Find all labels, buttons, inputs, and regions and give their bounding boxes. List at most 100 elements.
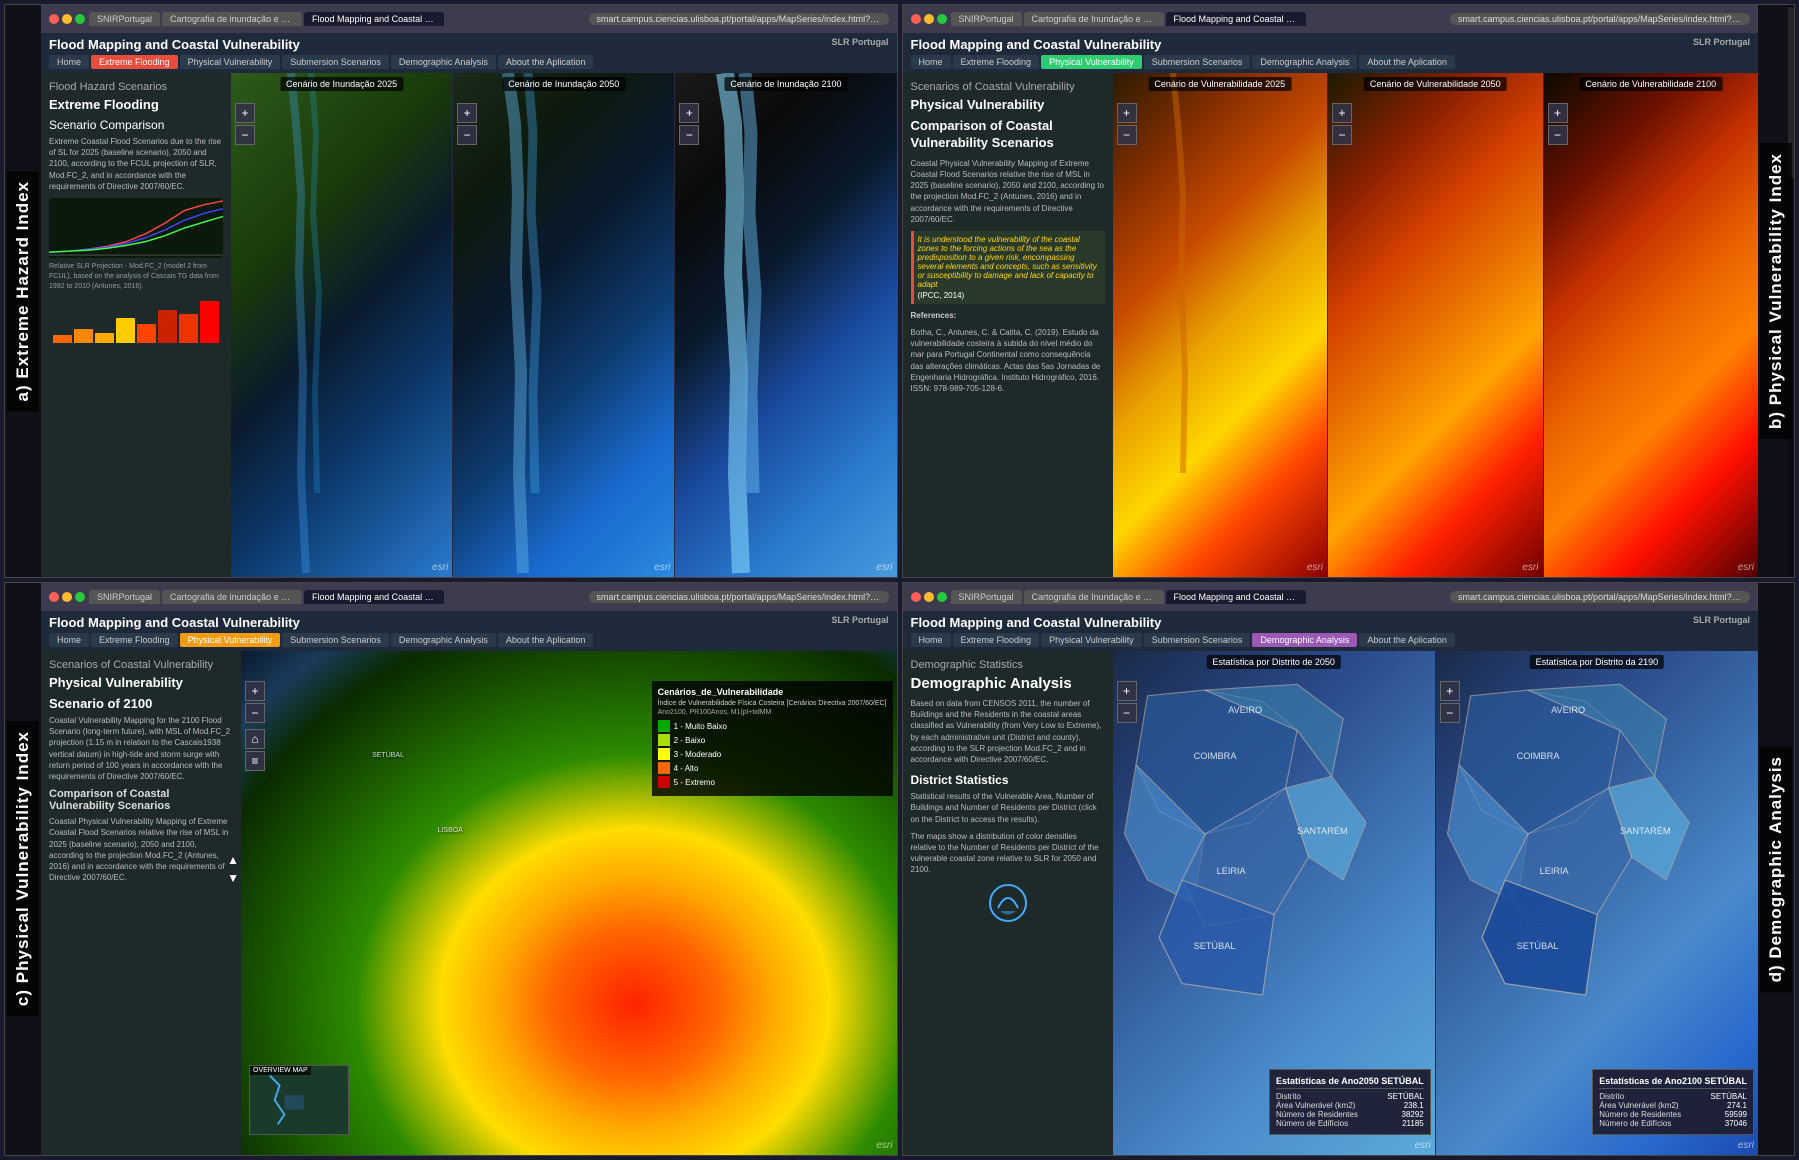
chart-area-a <box>49 198 223 258</box>
address-bar-d[interactable]: smart.campus.ciencias.ulisboa.pt/portal/… <box>1450 591 1750 603</box>
bar-6 <box>158 310 177 344</box>
close-btn-c[interactable] <box>49 592 59 602</box>
tab-sniportugal-a[interactable]: SNIRPortugal <box>89 12 160 26</box>
close-btn-a[interactable] <box>49 14 59 24</box>
address-bar-a[interactable]: smart.campus.ciencias.ulisboa.pt/portal/… <box>589 13 889 25</box>
popup-field-3-2050: Número de Edifícios 21185 <box>1276 1119 1424 1128</box>
vuln-map-2025: Cenário de Vulnerabilidade 2025 + − esri <box>1113 73 1328 577</box>
legend-color-4 <box>658 762 670 774</box>
app-title-c: Flood Mapping and Coastal Vulnerability … <box>49 615 889 630</box>
nav-demographic-b[interactable]: Demographic Analysis <box>1252 55 1357 69</box>
minimize-btn-b[interactable] <box>924 14 934 24</box>
esri-logo-vuln-2050: esri <box>1522 562 1538 573</box>
panel-c: c) Physical Vulnerability Index SNIRPort… <box>4 582 898 1156</box>
zoom-in-vuln-2050[interactable]: + <box>1332 103 1352 123</box>
flood-map-2050: Cenário de Inundação 2050 + − esri <box>453 73 674 577</box>
close-btn-d[interactable] <box>911 592 921 602</box>
layers-btn-c[interactable]: ≡ <box>245 751 265 771</box>
zoom-in-2025[interactable]: + <box>235 103 255 123</box>
zoom-out-vuln-2050[interactable]: − <box>1332 125 1352 145</box>
sidebar-title-d: Demographic Statistics <box>911 659 1105 671</box>
zoom-out-vuln-2025[interactable]: − <box>1117 125 1137 145</box>
nav-home-a[interactable]: Home <box>49 55 89 69</box>
zoom-in-vuln-2100[interactable]: + <box>1548 103 1568 123</box>
nav-physical-c[interactable]: Physical Vulnerability <box>180 633 281 647</box>
home-btn-c[interactable]: ⌂ <box>245 729 265 749</box>
tab-flood-d[interactable]: Flood Mapping and Coastal Vul... × <box>1166 590 1306 604</box>
nav-physical-b[interactable]: Physical Vulnerability <box>1041 55 1142 69</box>
window-controls-d <box>911 592 947 602</box>
zoom-out-2025[interactable]: − <box>235 125 255 145</box>
nav-home-c[interactable]: Home <box>49 633 89 647</box>
nav-submersion-b[interactable]: Submersion Scenarios <box>1144 55 1251 69</box>
nav-demographic-d[interactable]: Demographic Analysis <box>1252 633 1357 647</box>
minimize-btn-c[interactable] <box>62 592 72 602</box>
maximize-btn-a[interactable] <box>75 14 85 24</box>
map-controls-2100: + − <box>679 103 699 145</box>
window-controls-a <box>49 14 85 24</box>
minimize-btn-d[interactable] <box>924 592 934 602</box>
tab-snir-b[interactable]: SNIRPortugal <box>951 12 1022 26</box>
nav-about-b[interactable]: About the Aplication <box>1359 55 1455 69</box>
sidebar-text2-c: Coastal Physical Vulnerability Mapping o… <box>49 816 233 883</box>
zoom-out-c[interactable]: − <box>245 703 265 723</box>
zoom-in-2100[interactable]: + <box>679 103 699 123</box>
tab-snir-d[interactable]: SNIRPortugal <box>951 590 1022 604</box>
address-bar-c[interactable]: smart.campus.ciencias.ulisboa.pt/portal/… <box>589 591 889 603</box>
tab-flood-b[interactable]: Flood Mapping and Coastal Vul... × <box>1166 12 1306 26</box>
esri-logo-vuln-2100: esri <box>1738 562 1754 573</box>
tab-cart-c[interactable]: Cartografia de inundação e Vul... <box>162 590 302 604</box>
nav-about-c[interactable]: About the Aplication <box>498 633 594 647</box>
tab-cartografia-a[interactable]: Cartografia de inundação e Vul... <box>162 12 302 26</box>
nav-demographic-c[interactable]: Demographic Analysis <box>391 633 496 647</box>
scroll-down-c[interactable]: ▼ <box>227 871 239 885</box>
nav-extreme-c[interactable]: Extreme Flooding <box>91 633 178 647</box>
nav-home-b[interactable]: Home <box>911 55 951 69</box>
zoom-out-demo-2100[interactable]: − <box>1440 703 1460 723</box>
zoom-in-c[interactable]: + <box>245 681 265 701</box>
tab-cart-d[interactable]: Cartografia de Inundação e Vul... <box>1024 590 1164 604</box>
legend-item-3: 3 - Moderado <box>658 748 887 760</box>
close-btn-b[interactable] <box>911 14 921 24</box>
quote-source-b: (IPCC, 2014) <box>918 291 1101 300</box>
scroll-up-c[interactable]: ▲ <box>227 853 239 867</box>
tab-snir-c[interactable]: SNIRPortugal <box>89 590 160 604</box>
address-bar-b[interactable]: smart.campus.ciencias.ulisboa.pt/portal/… <box>1450 13 1750 25</box>
popup-title-2050: Estatísticas de Ano2050 SETÚBAL <box>1276 1076 1424 1089</box>
sidebar-text-d: Based on data from CENSOS 2011, the numb… <box>911 698 1105 765</box>
sidebar-subtitle-a: Extreme Flooding <box>49 97 223 112</box>
zoom-in-demo-2100[interactable]: + <box>1440 681 1460 701</box>
svg-text:SANTARÉM: SANTARÉM <box>1620 826 1670 836</box>
maximize-btn-c[interactable] <box>75 592 85 602</box>
nav-about-a[interactable]: About the Aplication <box>498 55 594 69</box>
tab-floodmapping-a[interactable]: Flood Mapping and Coastal Vul... × <box>304 12 444 26</box>
nav-demographic-a[interactable]: Demographic Analysis <box>391 55 496 69</box>
nav-extreme-b[interactable]: Extreme Flooding <box>953 55 1040 69</box>
chart-label-a: Relative SLR Projection - Mod.FC_2 (mode… <box>49 262 223 291</box>
nav-about-d[interactable]: About the Aplication <box>1359 633 1455 647</box>
zoom-in-vuln-2025[interactable]: + <box>1117 103 1137 123</box>
zoom-out-demo-2050[interactable]: − <box>1117 703 1137 723</box>
zoom-out-2050[interactable]: − <box>457 125 477 145</box>
maximize-btn-b[interactable] <box>937 14 947 24</box>
tab-flood-c[interactable]: Flood Mapping and Coastal Vul... × <box>304 590 444 604</box>
zoom-in-demo-2050[interactable]: + <box>1117 681 1137 701</box>
tab-cart-b[interactable]: Cartografia de Inundação e Vul... <box>1024 12 1164 26</box>
maximize-btn-d[interactable] <box>937 592 947 602</box>
sidebar-heading-b: Comparison of Coastal Vulnerability Scen… <box>911 118 1105 152</box>
zoom-in-2050[interactable]: + <box>457 103 477 123</box>
minimize-btn-a[interactable] <box>62 14 72 24</box>
nav-physical-a[interactable]: Physical Vulnerability <box>180 55 281 69</box>
legend-color-1 <box>658 720 670 732</box>
panel-a-side-label: a) Extreme Hazard Index <box>5 5 41 577</box>
nav-home-d[interactable]: Home <box>911 633 951 647</box>
nav-physical-d[interactable]: Physical Vulnerability <box>1041 633 1142 647</box>
nav-extreme-a[interactable]: Extreme Flooding <box>91 55 178 69</box>
nav-submersion-c[interactable]: Submersion Scenarios <box>282 633 389 647</box>
zoom-out-vuln-2100[interactable]: − <box>1548 125 1568 145</box>
nav-extreme-d[interactable]: Extreme Flooding <box>953 633 1040 647</box>
nav-submersion-d[interactable]: Submersion Scenarios <box>1144 633 1251 647</box>
nav-submersion-a[interactable]: Submersion Scenarios <box>282 55 389 69</box>
zoom-out-2100[interactable]: − <box>679 125 699 145</box>
map-controls-2050: + − <box>457 103 477 145</box>
